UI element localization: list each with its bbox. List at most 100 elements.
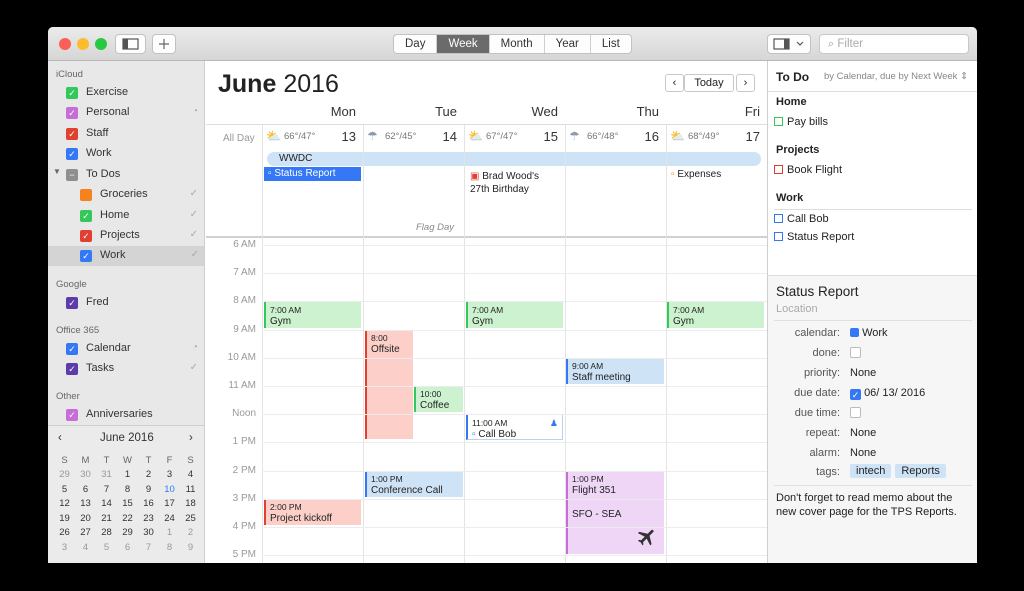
checkbox-icon[interactable]: ✓	[66, 297, 78, 309]
mini-calendar-day[interactable]: 5	[96, 540, 117, 555]
mini-calendar-day[interactable]: 9	[180, 540, 201, 555]
mini-calendar-day[interactable]: 19	[54, 511, 75, 526]
sidebar-item-staff[interactable]: ✓ Staff	[66, 124, 204, 144]
tag-reports[interactable]: Reports	[895, 464, 946, 478]
mini-calendar-day[interactable]: 23	[138, 511, 159, 526]
filter-search-input[interactable]: ⌕ Filter	[819, 34, 969, 54]
mini-calendar-day[interactable]: 31	[96, 468, 117, 483]
sidebar-item-exercise[interactable]: ✓ Exercise	[66, 83, 204, 103]
mini-calendar-day[interactable]: 7	[96, 482, 117, 497]
close-button[interactable]	[59, 38, 71, 50]
sidebar-item-work[interactable]: ✓ Work	[66, 144, 204, 164]
mini-calendar-day[interactable]: 30	[75, 468, 96, 483]
event-status-report[interactable]: ▫ Status Report	[264, 167, 361, 181]
sidebar-toggle-button[interactable]	[115, 34, 146, 54]
mini-calendar-day[interactable]: 6	[75, 482, 96, 497]
checkbox-icon[interactable]	[80, 189, 92, 201]
sidebar-item-fred[interactable]: ✓ Fred	[66, 293, 204, 313]
sidebar-item-calendar[interactable]: ✓ Calendar ◔	[66, 339, 204, 359]
view-day-button[interactable]: Day	[394, 35, 438, 53]
event-conference-call[interactable]: 1:00 PM Conference Call	[365, 471, 463, 497]
mini-calendar-day[interactable]: 3	[159, 468, 180, 483]
sidebar-item-tasks[interactable]: ✓ Tasks ✓	[66, 359, 204, 379]
mini-calendar-day[interactable]: 13	[75, 497, 96, 512]
mini-calendar-day[interactable]: 24	[159, 511, 180, 526]
event-offsite[interactable]: 8:00 Offsite	[365, 330, 413, 439]
disclosure-triangle-icon[interactable]: ▼	[53, 167, 61, 176]
checkbox-icon[interactable]: ✓	[66, 148, 78, 160]
todo-panel-toggle[interactable]	[767, 34, 811, 54]
view-month-button[interactable]: Month	[490, 35, 545, 53]
view-list-button[interactable]: List	[591, 35, 631, 53]
sidebar-item-personal[interactable]: ✓ Personal ◔	[66, 103, 204, 123]
mini-calendar-day[interactable]: 7	[138, 540, 159, 555]
mini-calendar-day[interactable]: 8	[117, 482, 138, 497]
mini-calendar-day[interactable]: 5	[54, 482, 75, 497]
todo-item-status-report[interactable]: Status Report	[774, 231, 854, 243]
sidebar-item-anniversaries[interactable]: ✓ Anniversaries	[66, 405, 204, 425]
mini-calendar-day[interactable]: 29	[117, 526, 138, 541]
checkbox-icon[interactable]: ✓	[66, 409, 78, 421]
mini-calendar-day[interactable]: 20	[75, 511, 96, 526]
event-gym-mon[interactable]: 7:00 AM Gym	[264, 302, 361, 328]
event-birthday[interactable]: ▣ Brad Wood's 27th Birthday	[466, 168, 563, 196]
event-project-kickoff[interactable]: 2:00 PM Project kickoff	[264, 499, 361, 525]
event-staff-meeting[interactable]: 9:00 AM Staff meeting	[566, 358, 664, 384]
mini-calendar-day[interactable]: 6	[117, 540, 138, 555]
sidebar-item-groceries[interactable]: Groceries ✓	[66, 185, 204, 205]
mini-calendar-day[interactable]: 10	[159, 482, 180, 497]
tags-field[interactable]: intech Reports	[850, 464, 950, 478]
event-call-bob[interactable]: 11:00 AM ▫ Call Bob ♟	[466, 414, 563, 440]
next-month-button[interactable]: ›	[189, 432, 193, 444]
alarm-value[interactable]: None	[850, 447, 876, 459]
event-wwdc[interactable]: WWDC	[267, 152, 761, 166]
minimize-button[interactable]	[77, 38, 89, 50]
sidebar-item-projects[interactable]: ✓ Projects ✓	[66, 226, 204, 246]
checkbox-icon[interactable]	[774, 117, 783, 126]
mini-calendar-day[interactable]: 8	[159, 540, 180, 555]
view-year-button[interactable]: Year	[545, 35, 591, 53]
today-button[interactable]: Today	[684, 74, 734, 92]
mini-calendar-day[interactable]: 16	[138, 497, 159, 512]
prev-week-button[interactable]: ‹	[665, 74, 684, 92]
due-time-checkbox[interactable]	[850, 407, 861, 419]
notes-field[interactable]: Don't forget to read memo about the new …	[776, 491, 972, 519]
checkbox-icon[interactable]	[774, 214, 783, 223]
tag-intech[interactable]: intech	[850, 464, 892, 478]
checkbox-icon[interactable]	[774, 165, 783, 174]
repeat-value[interactable]: None	[850, 427, 876, 439]
todo-item-pay-bills[interactable]: Pay bills	[774, 116, 828, 128]
todo-item-book-flight[interactable]: Book Flight	[774, 164, 842, 176]
detail-location-field[interactable]: Location	[776, 303, 818, 315]
add-event-button[interactable]	[152, 34, 176, 54]
checkbox-icon[interactable]: ✓	[80, 250, 92, 262]
done-checkbox[interactable]	[850, 347, 861, 359]
mini-calendar-day[interactable]: 25	[180, 511, 201, 526]
mini-calendar-day[interactable]: 4	[75, 540, 96, 555]
mini-calendar-day[interactable]: 22	[117, 511, 138, 526]
mini-calendar-day[interactable]: 26	[54, 526, 75, 541]
sidebar-item-todos[interactable]: − To Dos	[66, 165, 204, 185]
mini-calendar-day[interactable]: 18	[180, 497, 201, 512]
mini-calendar-day[interactable]: 9	[138, 482, 159, 497]
mini-calendar-day[interactable]: 17	[159, 497, 180, 512]
todo-item-call-bob[interactable]: Call Bob	[774, 213, 829, 225]
checkbox-icon[interactable]	[774, 232, 783, 241]
mini-calendar-day[interactable]: 14	[96, 497, 117, 512]
view-week-button[interactable]: Week	[437, 35, 490, 53]
mini-calendar-day[interactable]: 29	[54, 468, 75, 483]
mini-calendar-day[interactable]: 27	[75, 526, 96, 541]
calendar-selector[interactable]: Work	[850, 327, 888, 339]
priority-value[interactable]: None	[850, 367, 876, 379]
checkbox-icon[interactable]: ✓	[80, 210, 92, 222]
mini-calendar-day[interactable]: 11	[180, 482, 201, 497]
checkbox-icon[interactable]: ✓	[80, 230, 92, 242]
checkbox-icon[interactable]: −	[66, 169, 78, 181]
mini-calendar-day[interactable]: 30	[138, 526, 159, 541]
mini-calendar-day[interactable]: 21	[96, 511, 117, 526]
mini-calendar-day[interactable]: 3	[54, 540, 75, 555]
checkbox-icon[interactable]: ✓	[66, 343, 78, 355]
mini-calendar-day[interactable]: 28	[96, 526, 117, 541]
checkbox-icon[interactable]: ✓	[66, 128, 78, 140]
event-expenses[interactable]: ▫ Expenses	[667, 168, 764, 182]
